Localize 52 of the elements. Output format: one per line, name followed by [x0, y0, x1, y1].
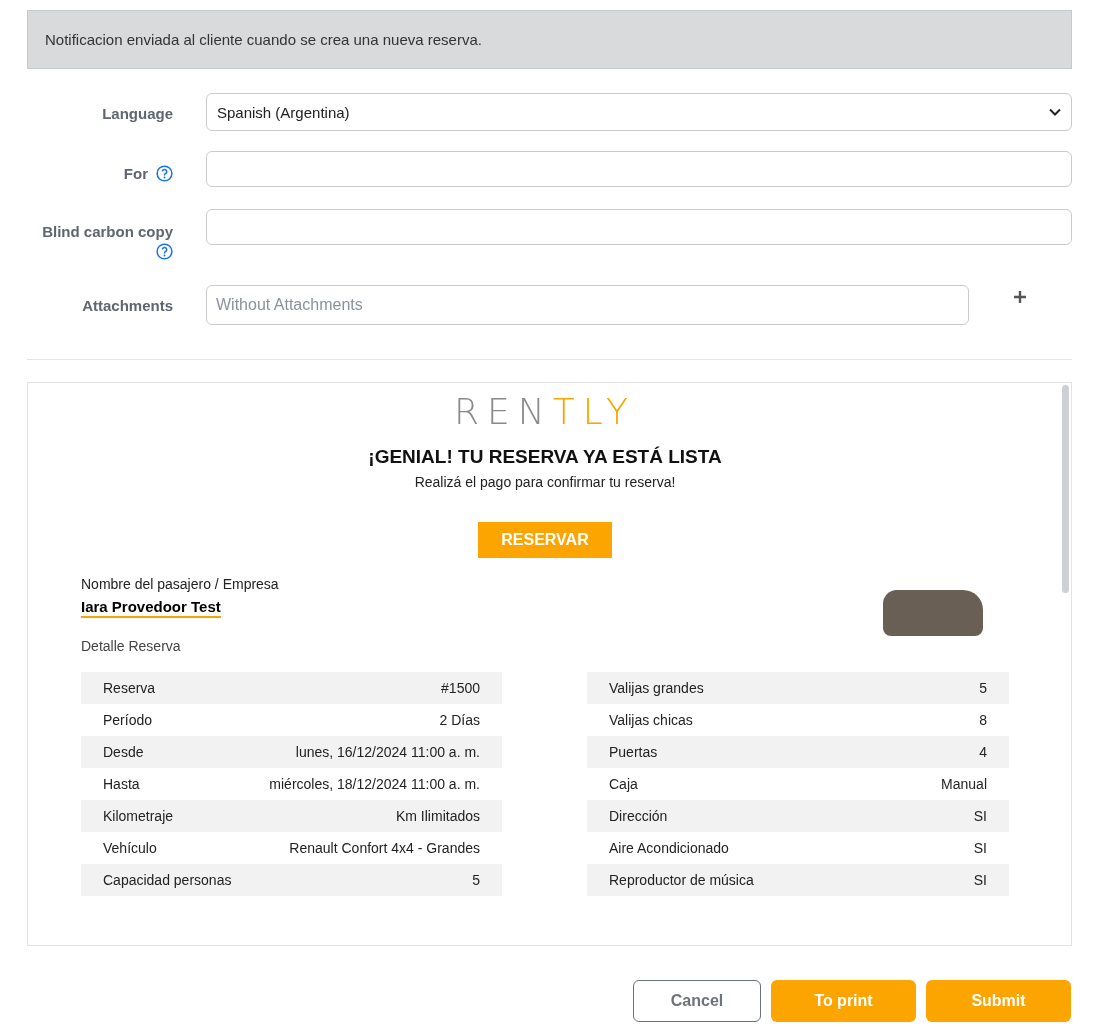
detail-label: Período: [103, 710, 153, 730]
attachments-field[interactable]: Without Attachments: [206, 285, 969, 325]
detail-value: 5: [979, 678, 987, 698]
email-title: ¡GENIAL! TU RESERVA YA ESTÁ LISTA: [368, 446, 722, 468]
detail-label: Puertas: [609, 742, 658, 762]
action-button[interactable]: Submit: [926, 980, 1071, 1022]
detail-label: Vehículo: [103, 838, 157, 858]
language-select[interactable]: Spanish (Argentina): [206, 93, 1072, 131]
detail-value: Renault Confort 4x4 - Grandes: [289, 838, 480, 858]
email-subtitle: Realizá el pago para confirmar tu reserva!: [414, 474, 676, 490]
notification-banner: Notificacion enviada al cliente cuando se crea una nueva reserva.: [27, 10, 1072, 69]
plus-icon[interactable]: [1014, 291, 1026, 303]
field-label: Language: [102, 105, 173, 122]
detail-label: Valijas grandes: [609, 678, 704, 698]
reserve-button[interactable]: RESERVAR: [478, 522, 612, 558]
email-field[interactable]: [206, 209, 1072, 245]
detail-label: Dirección: [609, 806, 668, 826]
scrollbar[interactable]: [1062, 385, 1069, 593]
section-heading: Detalle Reserva: [81, 638, 182, 654]
detail-label: Desde: [103, 742, 144, 762]
detail-label: Valijas chicas: [609, 710, 693, 730]
detail-value: Manual: [941, 774, 987, 794]
email-field[interactable]: [206, 151, 1072, 187]
detail-label: Hasta: [103, 774, 140, 794]
passenger-name: Iara Provedoor Test: [81, 598, 221, 618]
detail-label: Caja: [609, 774, 638, 794]
detail-value: 8: [979, 710, 987, 730]
detail-value: SI: [973, 838, 987, 858]
detail-label: Reproductor de música: [609, 870, 754, 890]
logo: REN TLY: [454, 391, 636, 432]
action-button[interactable]: To print: [771, 980, 916, 1022]
field-label: For: [123, 165, 148, 182]
cancel-button[interactable]: Cancel: [633, 980, 761, 1022]
detail-value: SI: [973, 806, 987, 826]
detail-value: miércoles, 18/12/2024 11:00 a. m.: [269, 774, 480, 794]
field-label: Attachments: [82, 297, 173, 314]
passenger-label: Nombre del pasajero / Empresa: [81, 576, 279, 592]
detail-value: lunes, 16/12/2024 11:00 a. m.: [295, 742, 480, 762]
help-icon[interactable]: [156, 243, 173, 260]
detail-value: #1500: [441, 678, 480, 698]
detail-label: Kilometraje: [103, 806, 174, 826]
detail-value: Km Ilimitados: [395, 806, 480, 826]
detail-value: 2 Días: [439, 710, 480, 730]
detail-value: SI: [973, 870, 987, 890]
field-label: Blind carbon copy: [42, 223, 173, 240]
detail-value: 4: [979, 742, 987, 762]
help-icon[interactable]: [156, 165, 173, 182]
chevron-down-icon: [1049, 108, 1061, 116]
detail-label: Aire Acondicionado: [609, 838, 729, 858]
detail-value: 5: [472, 870, 480, 890]
detail-label: Capacidad personas: [103, 870, 232, 890]
detail-label: Reserva: [103, 678, 156, 698]
